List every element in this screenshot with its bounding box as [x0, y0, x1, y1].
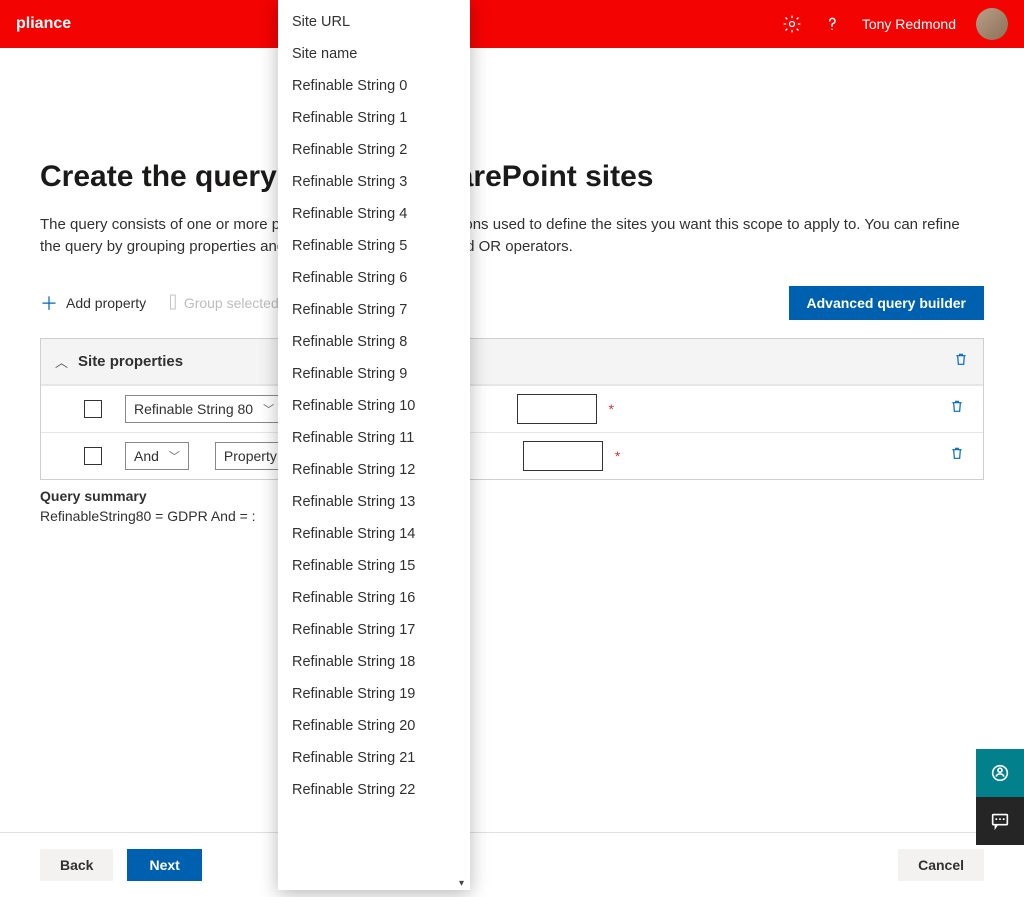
dropdown-item[interactable]: Refinable String 6 [278, 262, 470, 294]
site-properties-section: ︿ Site properties Refinable String 80 ﹀ … [40, 338, 984, 480]
query-summary-label: Query summary [40, 488, 984, 504]
property-row: And ﹀ Property ﹀ * [41, 432, 983, 479]
back-button[interactable]: Back [40, 849, 113, 881]
footer: Back Next Cancel [0, 832, 1024, 897]
dropdown-item[interactable]: Site name [278, 38, 470, 70]
dropdown-item[interactable]: Refinable String 8 [278, 326, 470, 358]
dropdown-item[interactable]: Refinable String 13 [278, 486, 470, 518]
delete-row-icon[interactable] [949, 398, 965, 419]
dropdown-item[interactable]: Refinable String 9 [278, 358, 470, 390]
dropdown-item[interactable]: Refinable String 12 [278, 454, 470, 486]
next-button[interactable]: Next [127, 849, 201, 881]
property-select-value: Refinable String 80 [134, 401, 253, 417]
main-content: Create the query to define SharePoint si… [0, 160, 1024, 524]
dropdown-footer: ▾ [278, 876, 470, 890]
dropdown-item[interactable]: Refinable String 1 [278, 102, 470, 134]
page-title: Create the query to define SharePoint si… [40, 160, 984, 194]
group-selected-button: ⌷ Group selected [168, 293, 279, 312]
property-row: Refinable String 80 ﹀ * * [41, 385, 983, 432]
feedback-widget[interactable] [976, 797, 1024, 845]
advanced-query-builder-button[interactable]: Advanced query builder [789, 286, 984, 320]
dropdown-item[interactable]: Refinable String 3 [278, 166, 470, 198]
side-widgets [976, 749, 1024, 845]
dropdown-item[interactable]: Refinable String 15 [278, 550, 470, 582]
dropdown-item[interactable]: Refinable String 0 [278, 70, 470, 102]
gear-icon[interactable] [782, 14, 802, 34]
chevron-down-icon: ﹀ [263, 401, 274, 417]
row-checkbox[interactable] [84, 400, 102, 418]
dropdown-item[interactable]: Refinable String 18 [278, 646, 470, 678]
required-indicator: * [615, 448, 620, 464]
dropdown-item[interactable]: Refinable String 5 [278, 230, 470, 262]
add-property-button[interactable]: ＋ Add property [40, 290, 146, 316]
operator-select[interactable]: And ﹀ [125, 442, 189, 470]
group-selected-label: Group selected [184, 295, 279, 311]
property-select-value: Property [224, 448, 277, 464]
topbar: pliance Tony Redmond [0, 0, 1024, 48]
dropdown-item[interactable]: Refinable String 17 [278, 614, 470, 646]
dropdown-item[interactable]: Refinable String 7 [278, 294, 470, 326]
toolbar: ＋ Add property ⌷ Group selected Advanced… [40, 286, 984, 320]
section-header[interactable]: ︿ Site properties [41, 339, 983, 385]
dropdown-item[interactable]: Refinable String 21 [278, 742, 470, 774]
value-input[interactable] [523, 441, 603, 471]
property-dropdown[interactable]: Site URLSite nameRefinable String 0Refin… [278, 0, 470, 890]
add-property-label: Add property [66, 295, 146, 311]
collapse-icon[interactable]: ︿ [55, 352, 68, 371]
dropdown-item[interactable]: Refinable String 20 [278, 710, 470, 742]
dropdown-item[interactable]: Refinable String 16 [278, 582, 470, 614]
dropdown-list[interactable]: Site URLSite nameRefinable String 0Refin… [278, 0, 470, 876]
row-checkbox[interactable] [84, 447, 102, 465]
dropdown-item[interactable]: Site URL [278, 6, 470, 38]
query-summary-text: RefinableString80 = GDPR And = : [40, 508, 984, 524]
operator-select-value: And [134, 448, 159, 464]
dropdown-item[interactable]: Refinable String 11 [278, 422, 470, 454]
delete-section-icon[interactable] [953, 351, 969, 372]
support-widget[interactable] [976, 749, 1024, 797]
dropdown-item[interactable]: Refinable String 10 [278, 390, 470, 422]
dropdown-item[interactable]: Refinable String 2 [278, 134, 470, 166]
dropdown-item[interactable]: Refinable String 22 [278, 774, 470, 806]
app-title: pliance [16, 15, 71, 33]
delete-row-icon[interactable] [949, 445, 965, 466]
dropdown-item[interactable]: Refinable String 14 [278, 518, 470, 550]
plus-icon: ＋ [40, 290, 58, 316]
property-select[interactable]: Refinable String 80 ﹀ [125, 395, 283, 423]
avatar[interactable] [976, 8, 1008, 40]
required-indicator: * [609, 401, 614, 417]
dropdown-item[interactable]: Refinable String 4 [278, 198, 470, 230]
help-icon[interactable] [822, 14, 842, 34]
chevron-down-icon: ﹀ [169, 448, 180, 464]
user-name[interactable]: Tony Redmond [862, 16, 956, 32]
topbar-right: Tony Redmond [782, 8, 1008, 40]
dropdown-item[interactable]: Refinable String 19 [278, 678, 470, 710]
section-title: Site properties [78, 353, 183, 370]
page-description: The query consists of one or more proper… [40, 214, 960, 258]
value-input[interactable] [517, 394, 597, 424]
cancel-button[interactable]: Cancel [898, 849, 984, 881]
group-icon: ⌷ [168, 293, 178, 312]
chevron-down-icon[interactable]: ▾ [459, 878, 464, 889]
